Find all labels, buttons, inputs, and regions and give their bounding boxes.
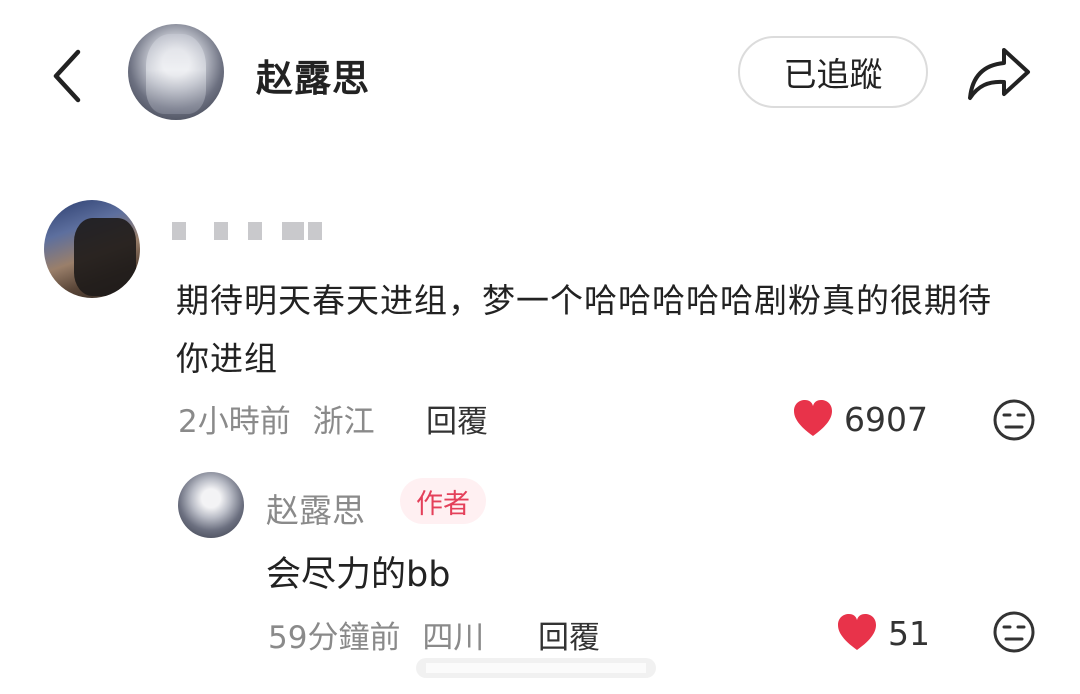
reply-meta: 59分鐘前 四川 xyxy=(268,612,484,657)
avatar[interactable] xyxy=(128,24,224,120)
comment-location: 浙江 xyxy=(312,404,375,440)
reply-location: 四川 xyxy=(422,620,485,656)
reply-time: 59分鐘前 xyxy=(268,620,401,656)
back-chevron-icon[interactable] xyxy=(44,44,94,108)
like-count: 51 xyxy=(888,614,930,653)
profile-name[interactable]: 赵露思 xyxy=(256,48,370,102)
heart-icon[interactable] xyxy=(792,398,834,438)
author-avatar[interactable] xyxy=(178,472,244,538)
neutral-face-icon[interactable] xyxy=(992,398,1036,442)
reply-button[interactable]: 回覆 xyxy=(538,612,600,657)
reply-button[interactable]: 回覆 xyxy=(426,396,488,441)
heart-icon[interactable] xyxy=(836,612,878,652)
comment-meta: 2小時前 浙江 xyxy=(178,396,375,441)
reply-text: 会尽力的bb xyxy=(266,555,451,595)
share-icon[interactable] xyxy=(966,44,1032,104)
comment-text: 期待明天春天进组，梦一个哈哈哈哈哈剧粉真的很期待你进组 xyxy=(176,281,992,378)
neutral-face-icon[interactable] xyxy=(992,610,1036,654)
reply-author-name[interactable]: 赵露思 xyxy=(266,484,365,532)
author-badge: 作者 xyxy=(400,478,486,524)
commenter-avatar[interactable] xyxy=(44,200,140,298)
commenter-username-masked[interactable] xyxy=(172,222,322,242)
like-count: 6907 xyxy=(844,400,928,439)
follow-button[interactable]: 已追蹤 xyxy=(738,36,928,108)
watermark-logo xyxy=(416,654,656,682)
comment-time: 2小時前 xyxy=(178,404,291,440)
